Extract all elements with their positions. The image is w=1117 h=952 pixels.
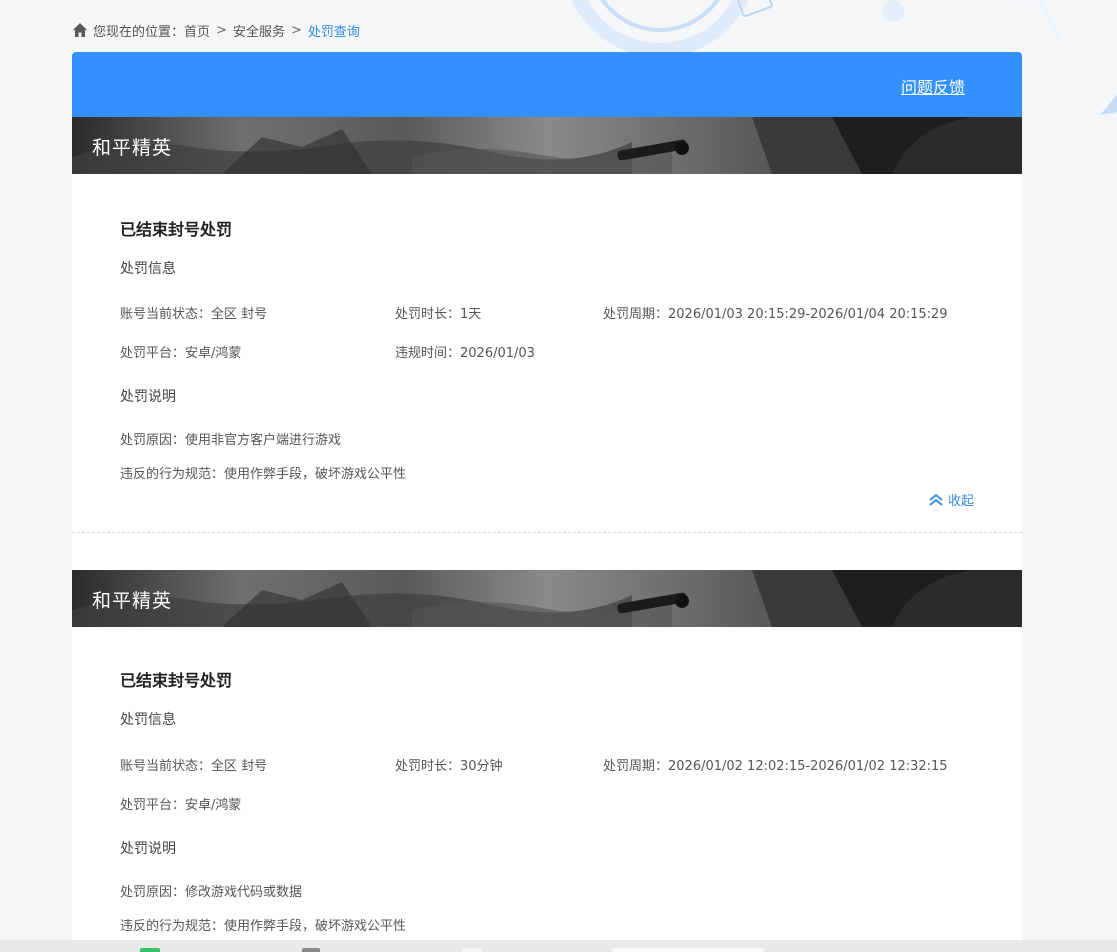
collapse-button[interactable]: 收起 [928, 490, 974, 509]
game-name: 和平精英 [92, 590, 173, 612]
account-status: 账号当前状态：全区 封号 [120, 307, 268, 322]
taskbar-app-icon[interactable] [140, 948, 160, 952]
violation-time: 违规时间：2026/01/03 [395, 346, 535, 361]
penalty-reason: 处罚原因：修改游戏代码或数据 [120, 885, 303, 900]
desc-section-title: 处罚说明 [120, 841, 176, 857]
game-banner-art [72, 117, 1022, 174]
feedback-link[interactable]: 问题反馈 [901, 74, 965, 98]
record-body: 已结束封号处罚 处罚信息 账号当前状态：全区 封号 处罚时长：1天 处罚周期：2… [72, 174, 1022, 532]
home-icon [73, 23, 87, 37]
info-row: 账号当前状态：全区 封号 处罚时长：1天 处罚周期：2026/01/03 20:… [120, 303, 974, 322]
penalty-reason: 处罚原因：使用非官方客户端进行游戏 [120, 433, 342, 448]
taskbar-app-icon[interactable] [612, 948, 764, 952]
header-bar: 问题反馈 [72, 52, 1022, 117]
record-title: 已结束封号处罚 [120, 671, 233, 690]
game-banner: 和平精英 [72, 570, 1022, 627]
penalty-period: 处罚周期：2026/01/03 20:15:29-2026/01/04 20:1… [603, 307, 948, 322]
double-chevron-up-icon [929, 493, 943, 506]
breadcrumb-separator: > [290, 22, 302, 38]
info-row: 账号当前状态：全区 封号 处罚时长：30分钟 处罚周期：2026/01/02 1… [120, 755, 974, 774]
breadcrumb-separator: > [216, 22, 227, 38]
violated-rule: 违反的行为规范：使用作弊手段，破坏游戏公平性 [120, 467, 407, 482]
penalty-record: 和平精英 已结束封号处罚 处罚信息 账号当前状态：全区 封号 处罚时长：30分钟… [72, 570, 1022, 934]
breadcrumb-prefix: 您现在的位置： [93, 24, 185, 40]
breadcrumb: 您现在的位置： 首页 > 安全服务 > 处罚查询 [72, 20, 360, 40]
game-name: 和平精英 [92, 137, 173, 159]
desc-section-title: 处罚说明 [120, 389, 176, 405]
info-section-title: 处罚信息 [120, 712, 176, 728]
record-spacer [72, 533, 1022, 570]
record-body: 已结束封号处罚 处罚信息 账号当前状态：全区 封号 处罚时长：30分钟 处罚周期… [72, 627, 1022, 934]
account-status: 账号当前状态：全区 封号 [120, 759, 268, 774]
breadcrumb-current[interactable]: 处罚查询 [308, 21, 360, 40]
penalty-duration: 处罚时长：30分钟 [395, 759, 503, 774]
game-banner-art [72, 570, 1022, 627]
taskbar-app-icon[interactable] [302, 948, 320, 952]
violated-rule: 违反的行为规范：使用作弊手段，破坏游戏公平性 [120, 919, 407, 934]
collapse-label: 收起 [947, 494, 974, 509]
penalty-platform: 处罚平台：安卓/鸿蒙 [120, 346, 242, 361]
info-row: 处罚平台：安卓/鸿蒙 违规时间：2026/01/03 [120, 342, 974, 361]
game-banner: 和平精英 [72, 117, 1022, 174]
penalty-period: 处罚周期：2026/01/02 12:02:15-2026/01/02 12:3… [603, 759, 948, 774]
info-section-title: 处罚信息 [120, 261, 176, 277]
penalty-panel: 问题反馈 和平精英 已结束封号处罚 处罚信息 账号当前状态：全区 封号 处罚时长… [72, 52, 1022, 952]
penalty-record: 和平精英 已结束封号处罚 处罚信息 账号当前状态：全区 封号 处罚时长：1天 处… [72, 117, 1022, 533]
info-row: 处罚平台：安卓/鸿蒙 [120, 794, 974, 813]
taskbar-strip [0, 940, 1117, 952]
breadcrumb-security-link[interactable]: 安全服务 [233, 21, 285, 40]
penalty-duration: 处罚时长：1天 [395, 307, 482, 322]
record-title: 已结束封号处罚 [120, 220, 233, 239]
taskbar-app-icon[interactable] [462, 948, 482, 952]
breadcrumb-home-link[interactable]: 首页 [184, 21, 210, 40]
penalty-platform: 处罚平台：安卓/鸿蒙 [120, 798, 242, 813]
